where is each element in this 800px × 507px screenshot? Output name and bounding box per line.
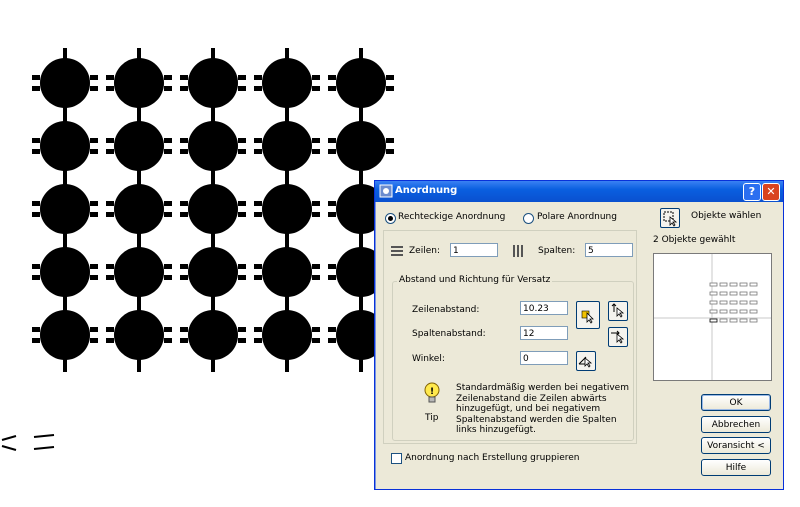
cancel-button[interactable]: Abbrechen [701, 416, 771, 433]
array-element [32, 310, 98, 360]
preview-cell [719, 282, 728, 287]
array-element [254, 58, 320, 108]
preview-cell [729, 300, 738, 305]
array-element [180, 184, 246, 234]
pick-angle-button[interactable] [576, 351, 596, 371]
preview-cell [739, 309, 748, 314]
help-button[interactable]: Hilfe [701, 459, 771, 476]
preview-cell [749, 300, 758, 305]
array-element [180, 58, 246, 108]
tip-label: Tip [425, 413, 439, 423]
preview-cell [739, 318, 748, 323]
preview-cell [739, 300, 748, 305]
array-element [32, 121, 98, 171]
preview-cell [729, 309, 738, 314]
polar-array-radio[interactable] [523, 213, 534, 224]
column-offset-input[interactable]: 12 [520, 326, 568, 340]
array-element [180, 121, 246, 171]
drawn-object-array [32, 48, 394, 372]
array-element [328, 121, 394, 171]
select-objects-label: Objekte wählen [691, 211, 762, 221]
array-element [106, 310, 172, 360]
preview-cell [729, 282, 738, 287]
polar-array-label: Polare Anordnung [537, 212, 617, 222]
preview-cell [749, 291, 758, 296]
columns-icon [513, 245, 523, 257]
select-objects-button[interactable] [660, 208, 680, 228]
select-cursor-icon [663, 211, 678, 227]
dialog-titlebar[interactable]: Anordnung ? ✕ [375, 181, 783, 202]
rows-input[interactable]: 1 [450, 243, 498, 257]
offset-group-title: Abstand und Richtung für Versatz [397, 275, 553, 285]
array-element [180, 310, 246, 360]
array-element [328, 58, 394, 108]
columns-label: Spalten: [538, 246, 576, 256]
preview-cell [729, 318, 738, 323]
dialog-title: Anordnung [395, 185, 458, 196]
columns-input[interactable]: 5 [585, 243, 633, 257]
array-element [254, 121, 320, 171]
svg-text:!: ! [430, 387, 434, 397]
pick-column-offset-button[interactable] [608, 327, 628, 347]
pick-both-offsets-button[interactable] [576, 301, 600, 329]
rows-icon [391, 246, 403, 256]
row-offset-input[interactable]: 10.23 [520, 301, 568, 315]
preview-cell [709, 300, 718, 305]
array-element [254, 247, 320, 297]
close-button[interactable]: ✕ [762, 183, 780, 201]
array-element [32, 58, 98, 108]
preview-cell [719, 318, 728, 323]
preview-cell [719, 309, 728, 314]
array-element [106, 184, 172, 234]
ucs-icon-fragment [1, 434, 55, 451]
pick-angle-icon [578, 356, 593, 368]
pick-row-offset-button[interactable] [608, 301, 628, 321]
array-element [32, 247, 98, 297]
array-element [254, 310, 320, 360]
preview-cell [729, 291, 738, 296]
preview-cell [739, 291, 748, 296]
selected-count: 2 Objekte gewählt [653, 235, 736, 245]
help-title-button[interactable]: ? [743, 183, 761, 201]
column-offset-label: Spaltenabstand: [412, 329, 486, 339]
pick-row-offset-icon [611, 303, 625, 318]
tip-text: Standardmäßig werden bei negativem Zeile… [456, 383, 629, 435]
preview-cell [749, 318, 758, 323]
preview-cell [739, 282, 748, 287]
preview-cell [749, 282, 758, 287]
row-offset-label: Zeilenabstand: [412, 305, 480, 315]
preview-cell [709, 282, 718, 287]
preview-cell [709, 318, 718, 323]
preview-cell [709, 291, 718, 296]
pick-column-offset-icon [611, 330, 625, 344]
array-preview [653, 253, 772, 381]
array-element [106, 58, 172, 108]
preview-cell [719, 300, 728, 305]
preview-cell [719, 291, 728, 296]
array-element [106, 247, 172, 297]
preview-button[interactable]: Voransicht < [701, 437, 771, 454]
preview-cell [749, 309, 758, 314]
rectangular-array-label: Rechteckige Anordnung [398, 212, 506, 222]
ok-button[interactable]: OK [701, 394, 771, 411]
array-element [180, 247, 246, 297]
pick-both-offsets-icon [581, 310, 594, 324]
group-after-creation-label: Anordnung nach Erstellung gruppieren [405, 453, 580, 463]
preview-cell [709, 309, 718, 314]
rows-label: Zeilen: [409, 246, 440, 256]
group-after-creation-checkbox[interactable] [391, 453, 402, 464]
array-element [254, 184, 320, 234]
array-dialog: Anordnung ? ✕ Rechteckige Anordnung Pola… [374, 180, 784, 490]
array-preview-graphic [654, 254, 771, 380]
tip-lightbulb-icon: ! [424, 382, 440, 403]
angle-input[interactable]: 0 [520, 351, 568, 365]
angle-label: Winkel: [412, 354, 445, 364]
array-element [106, 121, 172, 171]
array-element [32, 184, 98, 234]
rectangular-array-radio[interactable] [385, 213, 396, 224]
array-app-icon [379, 184, 393, 198]
